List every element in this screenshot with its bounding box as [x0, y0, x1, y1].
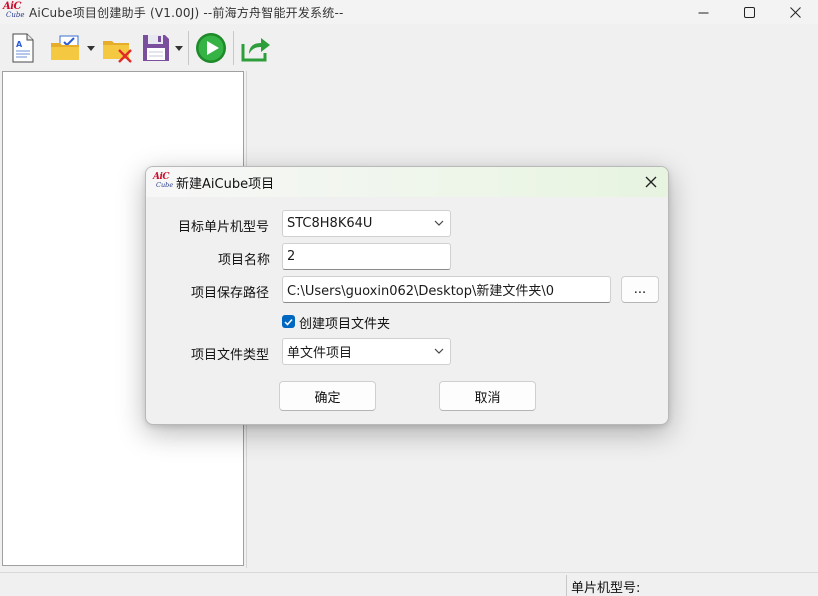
- export-button[interactable]: [238, 30, 274, 66]
- save-path-input[interactable]: C:\Users\guoxin062\Desktop\新建文件夹\0: [282, 276, 611, 303]
- dialog-title-bar: AiC Cube 新建AiCube项目: [146, 167, 668, 197]
- chevron-down-icon: [434, 348, 444, 354]
- chevron-down-icon: [87, 45, 95, 51]
- new-project-button[interactable]: A: [6, 30, 40, 66]
- mcu-select[interactable]: STC8H8K64U: [282, 210, 451, 237]
- maximize-icon: [743, 6, 755, 18]
- minimize-icon: [698, 12, 708, 13]
- close-icon: [645, 176, 657, 188]
- browse-button-label: ...: [633, 282, 647, 297]
- toolbar-separator: [233, 31, 234, 65]
- ok-button[interactable]: 确定: [279, 381, 376, 411]
- cancel-button[interactable]: 取消: [439, 381, 536, 411]
- new-document-icon: A: [12, 33, 34, 63]
- cancel-button-label: 取消: [474, 390, 501, 406]
- file-type-select-value: 单文件项目: [287, 346, 353, 361]
- maximize-button[interactable]: [726, 0, 772, 24]
- dialog-title: 新建AiCube项目: [176, 176, 275, 192]
- open-dropdown-arrow[interactable]: [86, 30, 96, 66]
- status-mcu-label: 单片机型号:: [571, 581, 641, 596]
- save-path-label: 项目保存路径: [191, 286, 270, 301]
- app-logo-icon: AiC Cube: [3, 2, 25, 22]
- window-title: AiCube项目创建助手 (V1.00J) --前海方舟智能开发系统--: [29, 5, 344, 20]
- save-dropdown-arrow[interactable]: [174, 30, 184, 66]
- close-icon: [789, 6, 801, 18]
- dialog-logo-icon: AiC Cube: [153, 173, 174, 191]
- run-icon: [196, 33, 226, 63]
- project-name-label: 项目名称: [218, 253, 271, 268]
- chevron-down-icon: [434, 220, 444, 226]
- mcu-label: 目标单片机型号: [178, 220, 270, 235]
- close-project-icon: [103, 41, 132, 63]
- status-bar: 单片机型号:: [0, 572, 818, 596]
- project-name-input[interactable]: 2: [282, 243, 451, 270]
- save-button[interactable]: [138, 30, 174, 66]
- run-button[interactable]: [193, 30, 229, 66]
- title-bar: AiC Cube AiCube项目创建助手 (V1.00J) --前海方舟智能开…: [0, 0, 818, 24]
- toolbar: A: [0, 26, 818, 70]
- logo-cube-text: Cube: [6, 11, 25, 19]
- save-path-value: C:\Users\guoxin062\Desktop\新建文件夹\0: [287, 284, 555, 299]
- minimize-button[interactable]: [680, 0, 726, 24]
- toolbar-separator: [188, 31, 189, 65]
- svg-text:A: A: [16, 40, 23, 49]
- status-divider: [566, 575, 567, 596]
- file-type-select[interactable]: 单文件项目: [282, 338, 451, 365]
- export-icon: [241, 38, 270, 62]
- create-folder-label[interactable]: 创建项目文件夹: [299, 313, 390, 332]
- open-project-icon: [51, 35, 79, 60]
- mcu-select-value: STC8H8K64U: [287, 216, 373, 231]
- create-folder-checkbox[interactable]: [282, 315, 295, 328]
- chevron-down-icon: [175, 45, 183, 51]
- close-project-button[interactable]: [100, 30, 136, 66]
- new-project-dialog: AiC Cube 新建AiCube项目 目标单片机型号 STC8H8K64U 项…: [145, 166, 669, 425]
- project-name-value: 2: [287, 249, 296, 264]
- file-type-label: 项目文件类型: [191, 348, 270, 363]
- window-controls: [680, 0, 818, 24]
- save-icon: [143, 35, 169, 61]
- logo-cube-text: Cube: [156, 181, 174, 189]
- browse-button[interactable]: ...: [621, 276, 659, 303]
- close-window-button[interactable]: [772, 0, 818, 24]
- ok-button-label: 确定: [314, 390, 341, 406]
- dialog-close-button[interactable]: [640, 171, 662, 193]
- checkmark-icon: [284, 318, 293, 326]
- open-project-button[interactable]: [46, 30, 86, 66]
